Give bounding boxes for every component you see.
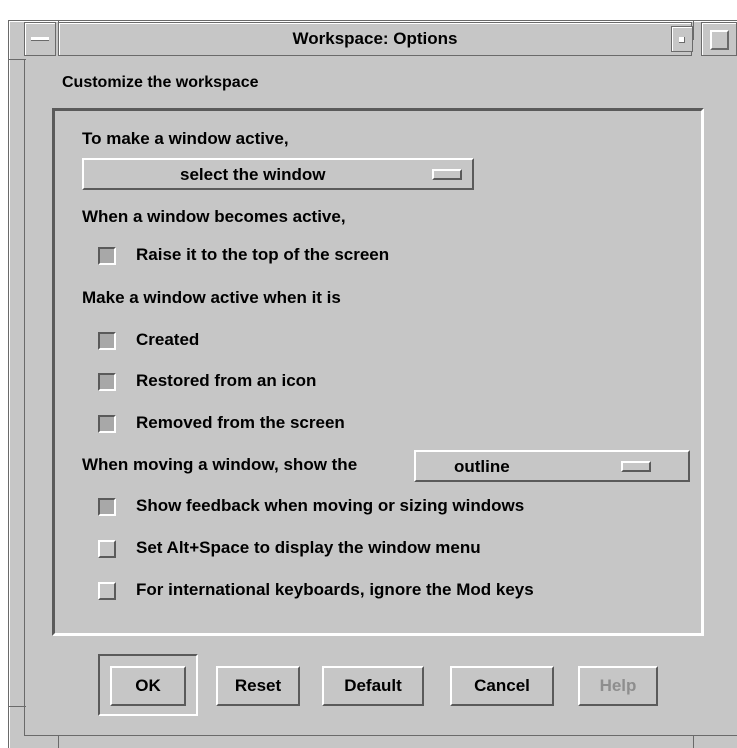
cancel-button[interactable]: Cancel xyxy=(450,666,554,706)
restored-checkbox[interactable] xyxy=(98,373,116,391)
removed-checkbox[interactable] xyxy=(98,415,116,433)
window-menu-button[interactable] xyxy=(24,22,56,56)
window-title: Workspace: Options xyxy=(292,29,458,48)
removed-label: Removed from the screen xyxy=(136,413,345,432)
dialog-subtitle: Customize the workspace xyxy=(62,74,259,91)
reset-button[interactable]: Reset xyxy=(216,666,300,706)
frame-edge-top xyxy=(8,20,737,21)
activate-label: To make a window active, xyxy=(82,129,289,148)
altspace-checkbox[interactable] xyxy=(98,540,116,558)
frame-corner-mark xyxy=(693,20,694,40)
intl-keyboard-checkbox[interactable] xyxy=(98,582,116,600)
created-checkbox[interactable] xyxy=(98,332,116,350)
frame-corner-mark xyxy=(693,735,694,748)
activate-mode-value: select the window xyxy=(180,165,326,184)
default-button[interactable]: Default xyxy=(322,666,424,706)
intl-keyboard-label: For international keyboards, ignore the … xyxy=(136,580,534,599)
frame-inner-edge xyxy=(24,59,25,735)
ok-button[interactable]: OK xyxy=(110,666,186,706)
restored-label: Restored from an icon xyxy=(136,371,317,390)
frame-corner-mark xyxy=(58,735,59,748)
frame-bottom-edge xyxy=(24,735,737,736)
maximize-icon xyxy=(710,30,729,50)
created-label: Created xyxy=(136,330,200,349)
move-feedback-select[interactable]: outline xyxy=(414,450,690,482)
minimize-button[interactable] xyxy=(671,26,693,52)
feedback-checkbox[interactable] xyxy=(98,498,116,516)
move-feedback-value: outline xyxy=(454,457,510,476)
option-menu-indicator-icon xyxy=(621,461,651,472)
altspace-label: Set Alt+Space to display the window menu xyxy=(136,538,481,557)
make-active-label: Make a window active when it is xyxy=(82,288,341,307)
help-button[interactable]: Help xyxy=(578,666,658,706)
moving-label: When moving a window, show the xyxy=(82,455,358,474)
raise-checkbox[interactable] xyxy=(98,247,116,265)
minimize-icon xyxy=(679,37,685,43)
maximize-button[interactable] xyxy=(701,22,737,56)
feedback-label: Show feedback when moving or sizing wind… xyxy=(136,496,525,515)
raise-label: Raise it to the top of the screen xyxy=(136,245,390,264)
title-bar[interactable]: Workspace: Options xyxy=(58,22,692,56)
window-menu-icon xyxy=(31,37,49,41)
option-menu-indicator-icon xyxy=(432,169,462,180)
frame-edge-left xyxy=(8,20,9,748)
when-active-label: When a window becomes active, xyxy=(82,207,346,226)
activate-mode-select[interactable]: select the window xyxy=(82,158,474,190)
